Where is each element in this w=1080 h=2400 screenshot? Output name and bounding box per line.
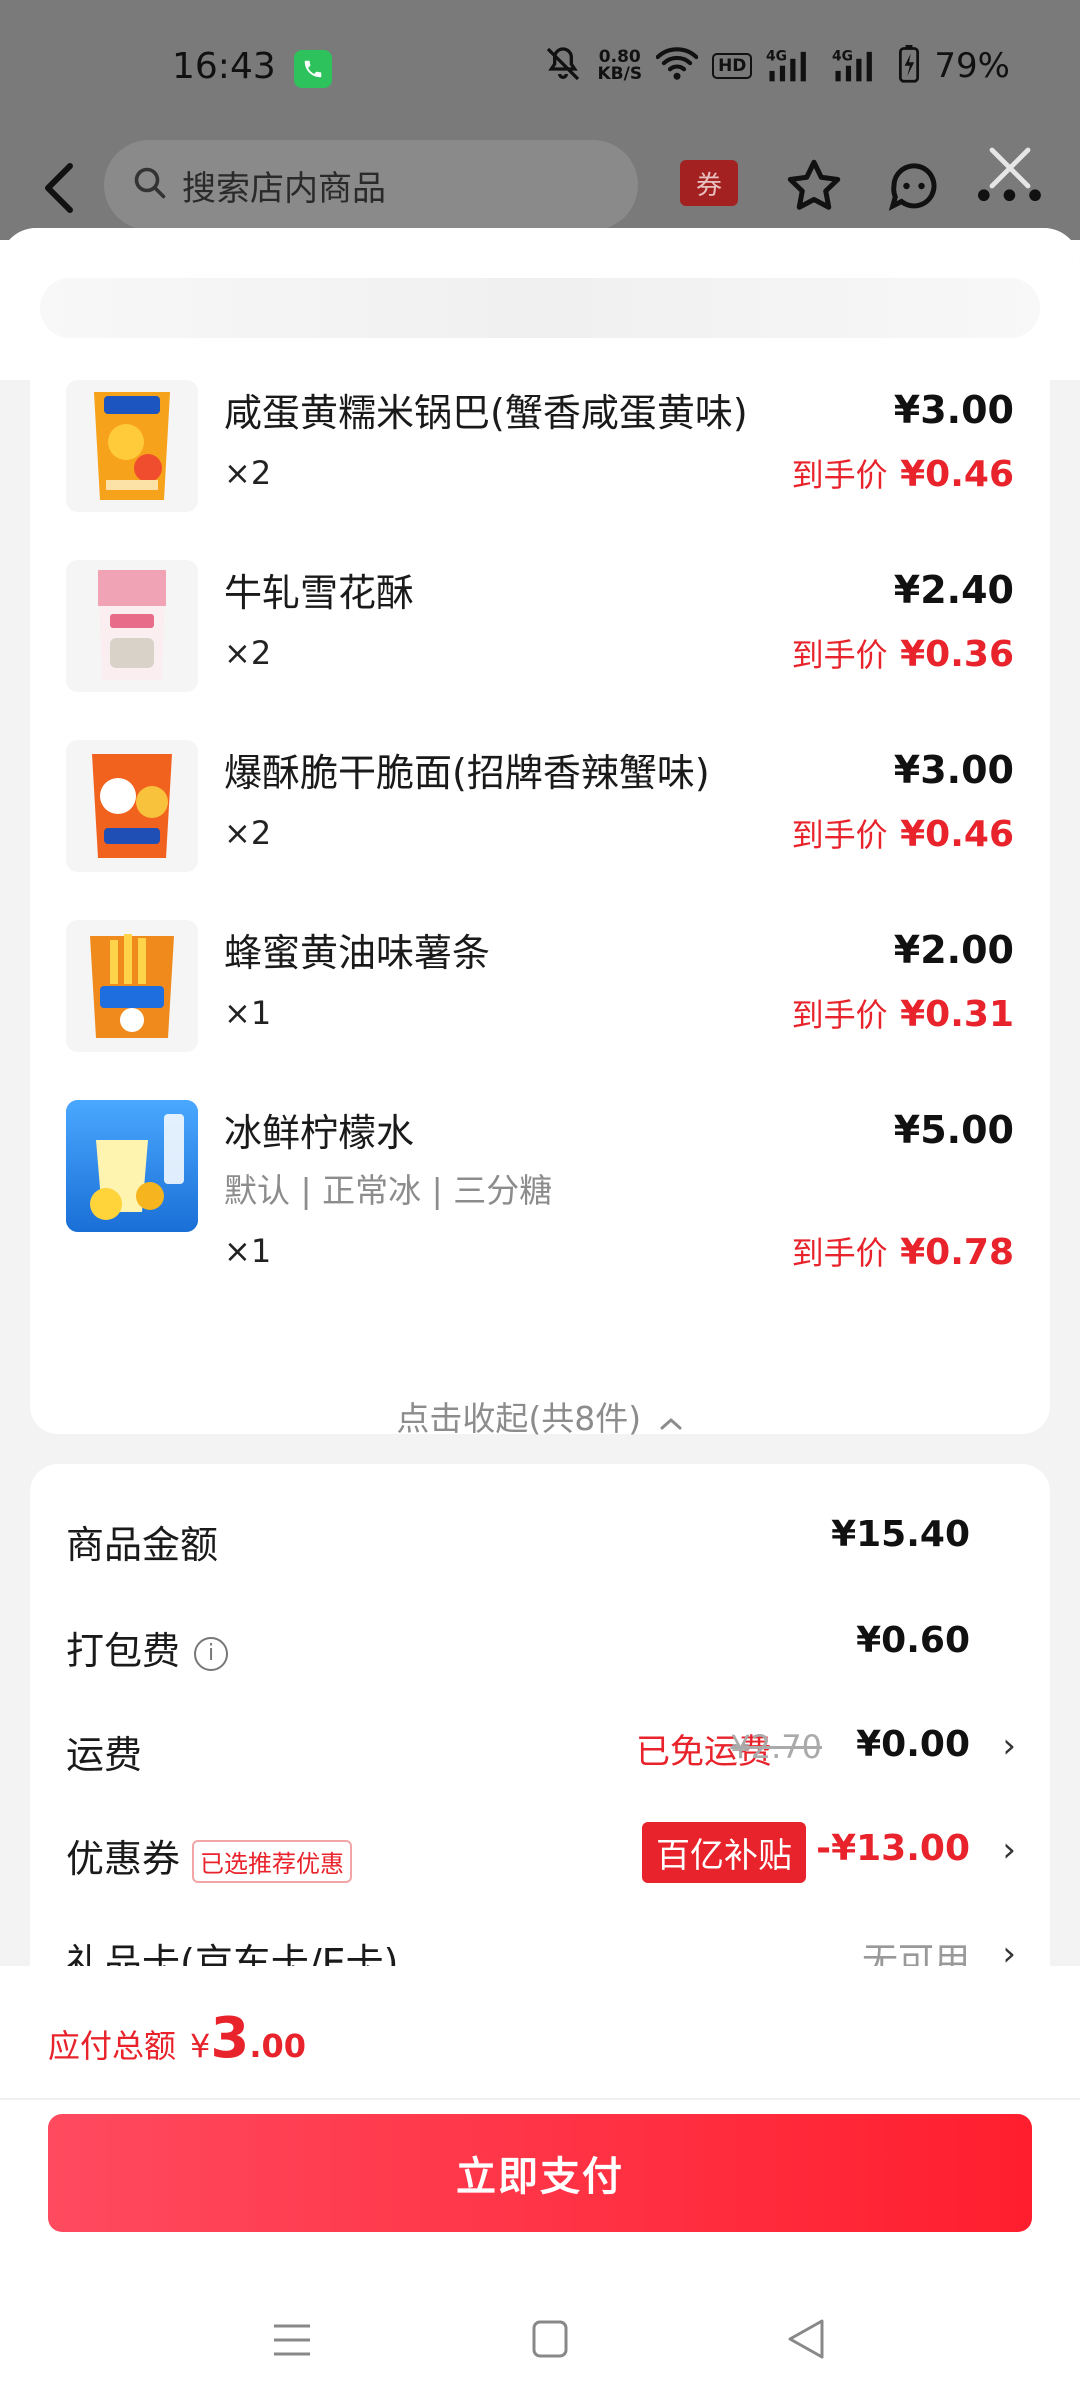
recent-apps-icon[interactable] xyxy=(272,2322,312,2358)
subsidy-badge: 百亿补贴 xyxy=(642,1822,806,1883)
goods-amount-label: 商品金额 xyxy=(66,1523,219,1567)
system-nav-bar xyxy=(0,2300,1080,2400)
search-placeholder: 搜索店内商品 xyxy=(182,168,386,209)
list-item[interactable]: 咸蛋黄糯米锅巴(蟹香咸蛋黄味) ×2 ¥3.00 到手价 ¥0.46 xyxy=(30,380,1050,530)
nav-back-icon[interactable] xyxy=(786,2318,826,2360)
shipping-fee-row[interactable]: 运费 已免运费 ¥2.70 ¥0.00 › xyxy=(30,1714,1050,1784)
goods-amount-row: 商品金额 ¥15.40 xyxy=(30,1504,1050,1574)
item-price: ¥2.00 xyxy=(893,928,1014,972)
product-thumbnail xyxy=(66,1100,198,1232)
final-price-value: ¥0.46 xyxy=(900,454,1014,495)
collapse-items-button[interactable]: 点击收起(共8件) xyxy=(30,1392,1050,1440)
coupon-button[interactable]: 券 xyxy=(680,160,738,206)
shipping-fee-label: 运费 xyxy=(66,1733,143,1777)
svg-text:4G: 4G xyxy=(832,49,853,65)
item-quantity: ×2 xyxy=(224,454,272,492)
signal-icon-2: 4G xyxy=(832,46,884,86)
item-price: ¥3.00 xyxy=(893,388,1014,432)
search-icon xyxy=(132,165,168,205)
chevron-up-icon xyxy=(658,1401,684,1440)
store-search-input[interactable]: 搜索店内商品 xyxy=(104,140,638,230)
items-card: 咸蛋黄糯米锅巴(蟹香咸蛋黄味) ×2 ¥3.00 到手价 ¥0.46 牛轧雪花酥… xyxy=(30,380,1050,1438)
item-final-price: 到手价 ¥0.36 xyxy=(792,630,1014,676)
final-price-label: 到手价 xyxy=(791,456,888,494)
coupon-row[interactable]: 优惠券 已选推荐优惠 百亿补贴 -¥13.00 › xyxy=(30,1818,1050,1888)
chevron-right-icon: › xyxy=(1002,1830,1016,1870)
favorite-star-icon[interactable] xyxy=(784,156,844,216)
item-final-price: 到手价 ¥0.31 xyxy=(792,990,1014,1036)
status-bar: 16:43 0.80 KB/S HD 4G 4G 79% xyxy=(0,0,1080,130)
packing-fee-value: ¥0.60 xyxy=(856,1620,970,1661)
shipping-fee-value: ¥0.00 xyxy=(856,1724,970,1765)
final-price-value: ¥0.31 xyxy=(900,994,1014,1035)
item-quantity: ×2 xyxy=(224,814,272,852)
recommended-coupon-tag: 已选推荐优惠 xyxy=(192,1840,353,1883)
final-price-label: 到手价 xyxy=(791,996,888,1034)
total-label: 应付总额 xyxy=(48,2027,177,2065)
final-price-value: ¥0.46 xyxy=(900,814,1014,855)
item-price: ¥3.00 xyxy=(893,748,1014,792)
item-name: 咸蛋黄糯米锅巴(蟹香咸蛋黄味) xyxy=(224,391,748,435)
item-final-price: 到手价 ¥0.78 xyxy=(792,1228,1014,1274)
phone-call-icon xyxy=(294,50,332,88)
final-price-label: 到手价 xyxy=(791,636,888,674)
collapse-label: 点击收起(共8件) xyxy=(396,1399,642,1438)
mute-icon xyxy=(543,44,583,88)
list-item[interactable]: 冰鲜柠檬水 默认 | 正常冰 | 三分糖 ×1 ¥5.00 到手价 ¥0.78 xyxy=(30,1100,1050,1300)
final-price-label: 到手价 xyxy=(791,816,888,854)
item-name: 蜂蜜黄油味薯条 xyxy=(224,931,491,975)
wifi-icon xyxy=(655,46,699,86)
store-header: 搜索店内商品 券 ••• xyxy=(0,138,1080,238)
item-quantity: ×1 xyxy=(224,994,272,1032)
packing-fee-row: 打包费 i ¥0.60 xyxy=(30,1610,1050,1680)
customer-service-icon[interactable] xyxy=(884,156,944,216)
final-price-value: ¥0.78 xyxy=(900,1232,1014,1273)
product-thumbnail xyxy=(66,380,198,512)
item-name: 爆酥脆干脆面(招牌香辣蟹味) xyxy=(224,751,710,795)
packing-fee-label: 打包费 i xyxy=(66,1620,229,1675)
blurred-header-content xyxy=(40,278,1040,338)
battery-percent: 79% xyxy=(934,46,1010,86)
item-quantity: ×2 xyxy=(224,634,272,672)
list-item[interactable]: 牛轧雪花酥 ×2 ¥2.40 到手价 ¥0.36 xyxy=(30,560,1050,710)
net-speed: 0.80 KB/S xyxy=(597,47,643,84)
total-currency: ¥ xyxy=(190,2027,211,2065)
svg-text:4G: 4G xyxy=(766,49,787,65)
signal-icon-1: 4G xyxy=(766,46,818,86)
item-price: ¥5.00 xyxy=(893,1108,1014,1152)
coupon-discount-value: -¥13.00 xyxy=(816,1828,970,1869)
battery-charging-icon xyxy=(898,45,920,87)
chevron-right-icon: › xyxy=(1002,1726,1016,1766)
final-price-label: 到手价 xyxy=(791,1234,888,1272)
coupon-label: 优惠券 已选推荐优惠 xyxy=(66,1828,353,1883)
item-spec: 默认 | 正常冰 | 三分糖 xyxy=(224,1171,553,1210)
info-icon[interactable]: i xyxy=(194,1636,229,1671)
sheet-header xyxy=(0,228,1080,380)
list-item[interactable]: 蜂蜜黄油味薯条 ×1 ¥2.00 到手价 ¥0.31 xyxy=(30,920,1050,1070)
home-icon[interactable] xyxy=(532,2320,568,2358)
status-icons: 0.80 KB/S HD 4G 4G 79% xyxy=(543,44,1010,88)
close-sheet-icon[interactable] xyxy=(986,144,1034,192)
list-item[interactable]: 爆酥脆干脆面(招牌香辣蟹味) ×2 ¥3.00 到手价 ¥0.46 xyxy=(30,740,1050,890)
divider xyxy=(0,2098,1080,2100)
item-name: 冰鲜柠檬水 xyxy=(224,1111,415,1155)
item-price: ¥2.40 xyxy=(893,568,1014,612)
pay-now-button[interactable]: 立即支付 xyxy=(48,2114,1032,2232)
hd-voice-icon: HD xyxy=(712,53,753,79)
status-time: 16:43 xyxy=(172,46,276,87)
item-final-price: 到手价 ¥0.46 xyxy=(792,450,1014,496)
back-button[interactable] xyxy=(36,160,84,216)
total-decimal: .00 xyxy=(249,2027,307,2065)
goods-amount-value: ¥15.40 xyxy=(831,1514,970,1555)
item-name: 牛轧雪花酥 xyxy=(224,571,415,615)
product-thumbnail xyxy=(66,740,198,872)
item-final-price: 到手价 ¥0.46 xyxy=(792,810,1014,856)
product-thumbnail xyxy=(66,560,198,692)
final-price-value: ¥0.36 xyxy=(900,634,1014,675)
product-thumbnail xyxy=(66,920,198,1052)
total-integer: 3 xyxy=(210,2006,250,2071)
total-amount: 应付总额 ¥ 3 .00 xyxy=(48,2006,306,2071)
original-shipping-fee: ¥2.70 xyxy=(730,1728,822,1766)
item-quantity: ×1 xyxy=(224,1232,272,1270)
